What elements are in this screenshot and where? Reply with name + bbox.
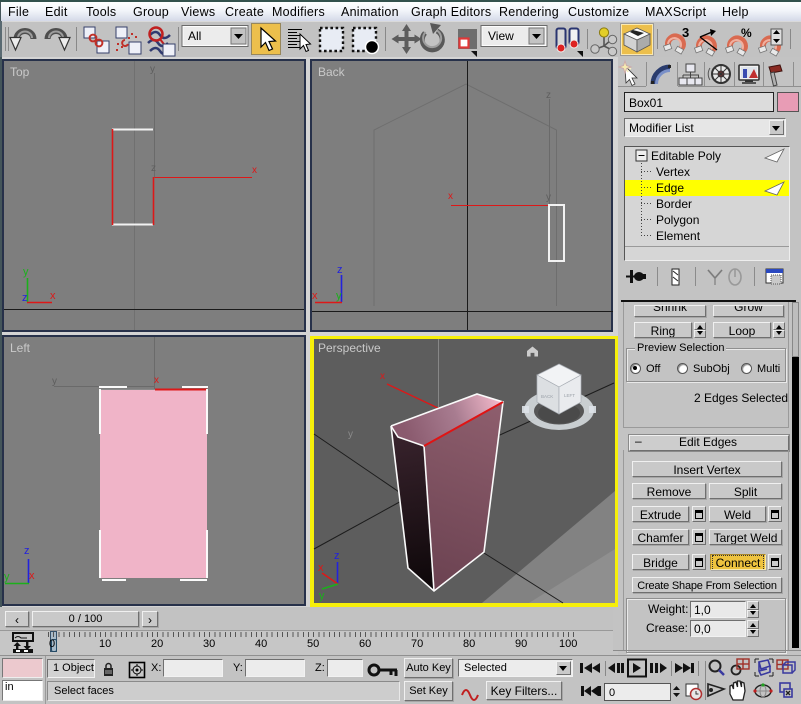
svg-text:x: x	[380, 371, 385, 382]
svg-text:y: y	[336, 290, 342, 302]
svg-text:x: x	[448, 191, 453, 202]
svg-text:x: x	[252, 165, 257, 176]
svg-text:Border: Border	[656, 197, 692, 211]
svg-text:3: 3	[682, 25, 689, 40]
svg-text:z: z	[334, 550, 340, 562]
svg-text:z: z	[24, 545, 30, 557]
svg-text:z: z	[337, 264, 343, 276]
svg-text:y: y	[348, 429, 353, 440]
svg-text:Polygon: Polygon	[656, 213, 699, 227]
svg-text:x: x	[50, 290, 56, 302]
svg-text:x: x	[312, 290, 318, 302]
svg-text:View: View	[488, 29, 514, 43]
svg-text:z: z	[546, 90, 551, 101]
svg-text:y: y	[319, 590, 325, 602]
svg-text:x: x	[318, 562, 324, 574]
svg-text:y: y	[150, 64, 155, 75]
svg-text:x: x	[154, 375, 159, 386]
svg-text:y: y	[546, 192, 551, 203]
svg-text:Perspective: Perspective	[318, 341, 381, 355]
svg-text:x: x	[29, 570, 35, 582]
svg-text:Element: Element	[656, 229, 701, 243]
svg-text:%: %	[741, 26, 752, 40]
svg-text:LEFT: LEFT	[564, 393, 575, 398]
svg-text:Vertex: Vertex	[656, 165, 690, 179]
svg-text:Editable Poly: Editable Poly	[651, 149, 721, 163]
svg-text:y: y	[23, 266, 29, 278]
svg-text:y: y	[52, 376, 57, 387]
svg-text:y: y	[4, 571, 10, 583]
svg-text:z: z	[151, 163, 156, 174]
svg-text:z: z	[22, 292, 28, 304]
svg-text:Top: Top	[10, 65, 30, 79]
svg-text:BACK: BACK	[541, 394, 553, 399]
svg-text:All: All	[188, 29, 201, 43]
svg-text:Left: Left	[10, 341, 31, 355]
svg-text:0: 0	[609, 687, 615, 699]
svg-text:Edge: Edge	[656, 181, 684, 195]
svg-text:Back: Back	[318, 65, 346, 79]
